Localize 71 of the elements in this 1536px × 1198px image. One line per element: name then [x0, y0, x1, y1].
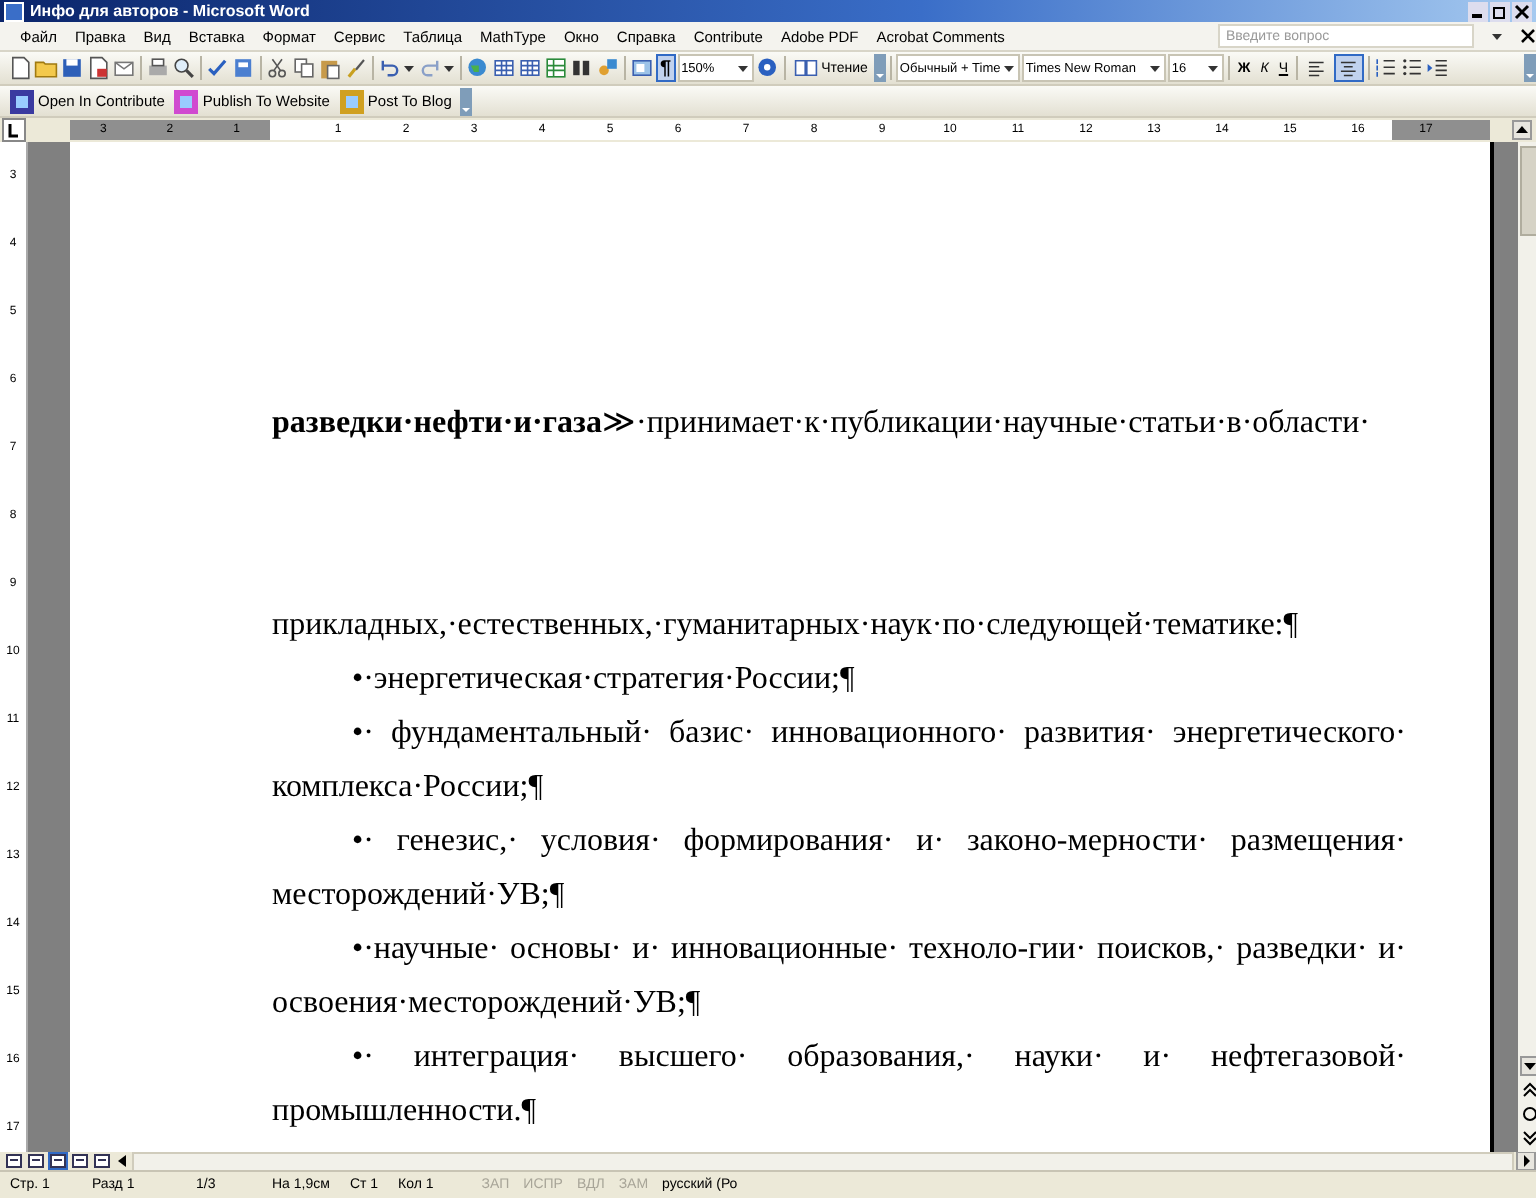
caret-icon[interactable] — [737, 62, 750, 74]
horizontal-scrollbar[interactable] — [132, 1151, 1514, 1171]
square-icon — [174, 89, 199, 113]
outline-view-button[interactable] — [70, 1152, 90, 1170]
document-text: комплекса·России;¶ — [272, 768, 545, 808]
printer-icon[interactable] — [146, 56, 170, 80]
document-text: •·научные· основы· и· инновационные· техноло-гии· поисков,· разведки· и· — [350, 930, 1406, 970]
caret-icon[interactable] — [1207, 62, 1220, 74]
normal-view-button[interactable] — [4, 1152, 24, 1170]
page-icon — [50, 1154, 66, 1168]
document-text: •· фундаментальный· базис· инновационного· развития· энергетического· — [350, 714, 1406, 754]
web-view-button[interactable] — [26, 1152, 46, 1170]
page-view-button[interactable] — [48, 1152, 68, 1170]
envelope-icon[interactable] — [112, 56, 136, 80]
clipboard-icon[interactable] — [318, 56, 342, 80]
tab-stop-icon[interactable] — [2, 118, 26, 142]
checkmark-icon[interactable] — [206, 56, 230, 80]
indent-icon[interactable] — [1426, 56, 1451, 80]
scissors-icon[interactable] — [266, 56, 290, 80]
grip-icon — [459, 87, 472, 115]
caret-icon[interactable] — [1149, 62, 1162, 74]
table-icon[interactable] — [492, 56, 516, 80]
next-page-icon[interactable] — [1519, 1128, 1536, 1148]
document-text: •· интеграция· высшего· образования,· науки· и· нефтегазовой· — [350, 1038, 1406, 1078]
previous-page-icon[interactable] — [1519, 1080, 1536, 1100]
close-icon[interactable] — [1520, 28, 1536, 44]
square-icon — [339, 89, 364, 113]
align-center-icon — [1338, 57, 1361, 79]
scroll-thumb[interactable] — [1520, 146, 1536, 236]
document-text: промышленности.¶ — [272, 1092, 538, 1132]
scroll-right-icon[interactable] — [1516, 1152, 1536, 1170]
formatting-marks-button[interactable]: ¶ — [656, 54, 676, 82]
scroll-up-icon[interactable] — [1512, 120, 1532, 140]
copy-icon[interactable] — [292, 56, 316, 80]
document-text: прикладных,·естественных,·гуманитарных·наук·по·следующей·тематике:¶ — [272, 606, 1300, 646]
align-left-icon — [1306, 57, 1329, 79]
grip-icon — [873, 54, 886, 82]
table-icon[interactable] — [518, 56, 542, 80]
scroll-down-icon[interactable] — [1519, 1056, 1536, 1076]
caret-icon[interactable] — [1004, 62, 1017, 74]
undo-icon[interactable] — [378, 56, 402, 80]
align-center-button[interactable] — [1334, 54, 1365, 82]
browse-object-icon[interactable] — [1519, 1104, 1536, 1124]
caret-icon[interactable] — [444, 62, 456, 74]
document-text: разведки·нефти·и·газа≫·принимает·к·публикации·научные·статьи·в·области· — [272, 404, 1372, 444]
square-icon — [10, 89, 34, 113]
document-text: освоения·месторождений·УВ;¶ — [272, 984, 703, 1024]
open-book-icon[interactable] — [793, 56, 818, 80]
minimize-icon[interactable] — [1468, 1, 1488, 21]
numbered-list-icon[interactable] — [1374, 56, 1399, 80]
document-text: месторождений·УВ;¶ — [272, 876, 567, 916]
page-icon[interactable] — [8, 56, 32, 80]
page-icon — [28, 1154, 44, 1168]
reading-view-button[interactable] — [92, 1152, 112, 1170]
caret-icon[interactable] — [1492, 30, 1502, 42]
bulleted-list-icon[interactable] — [1400, 56, 1425, 80]
window-title: Инфо для авторов - Microsoft Word — [30, 2, 312, 20]
sheet-icon[interactable] — [544, 56, 568, 80]
columns-icon[interactable] — [570, 56, 594, 80]
brush-icon[interactable] — [344, 56, 368, 80]
book-icon[interactable] — [232, 56, 256, 80]
document-text: •·энергетическая·стратегия·России;¶ — [350, 660, 857, 700]
grip-icon — [1524, 54, 1536, 82]
close-icon[interactable] — [1512, 1, 1532, 21]
magnifier-icon[interactable] — [172, 56, 196, 80]
caret-icon[interactable] — [404, 62, 416, 74]
restore-icon[interactable] — [1490, 1, 1510, 21]
document-text: •· генезис,· условия· формирования· и· законо-мерности· размещения· — [350, 822, 1406, 862]
vertical-scrollbar[interactable] — [1518, 142, 1536, 1152]
globe-icon[interactable] — [466, 56, 490, 80]
folder-icon[interactable] — [34, 56, 58, 80]
